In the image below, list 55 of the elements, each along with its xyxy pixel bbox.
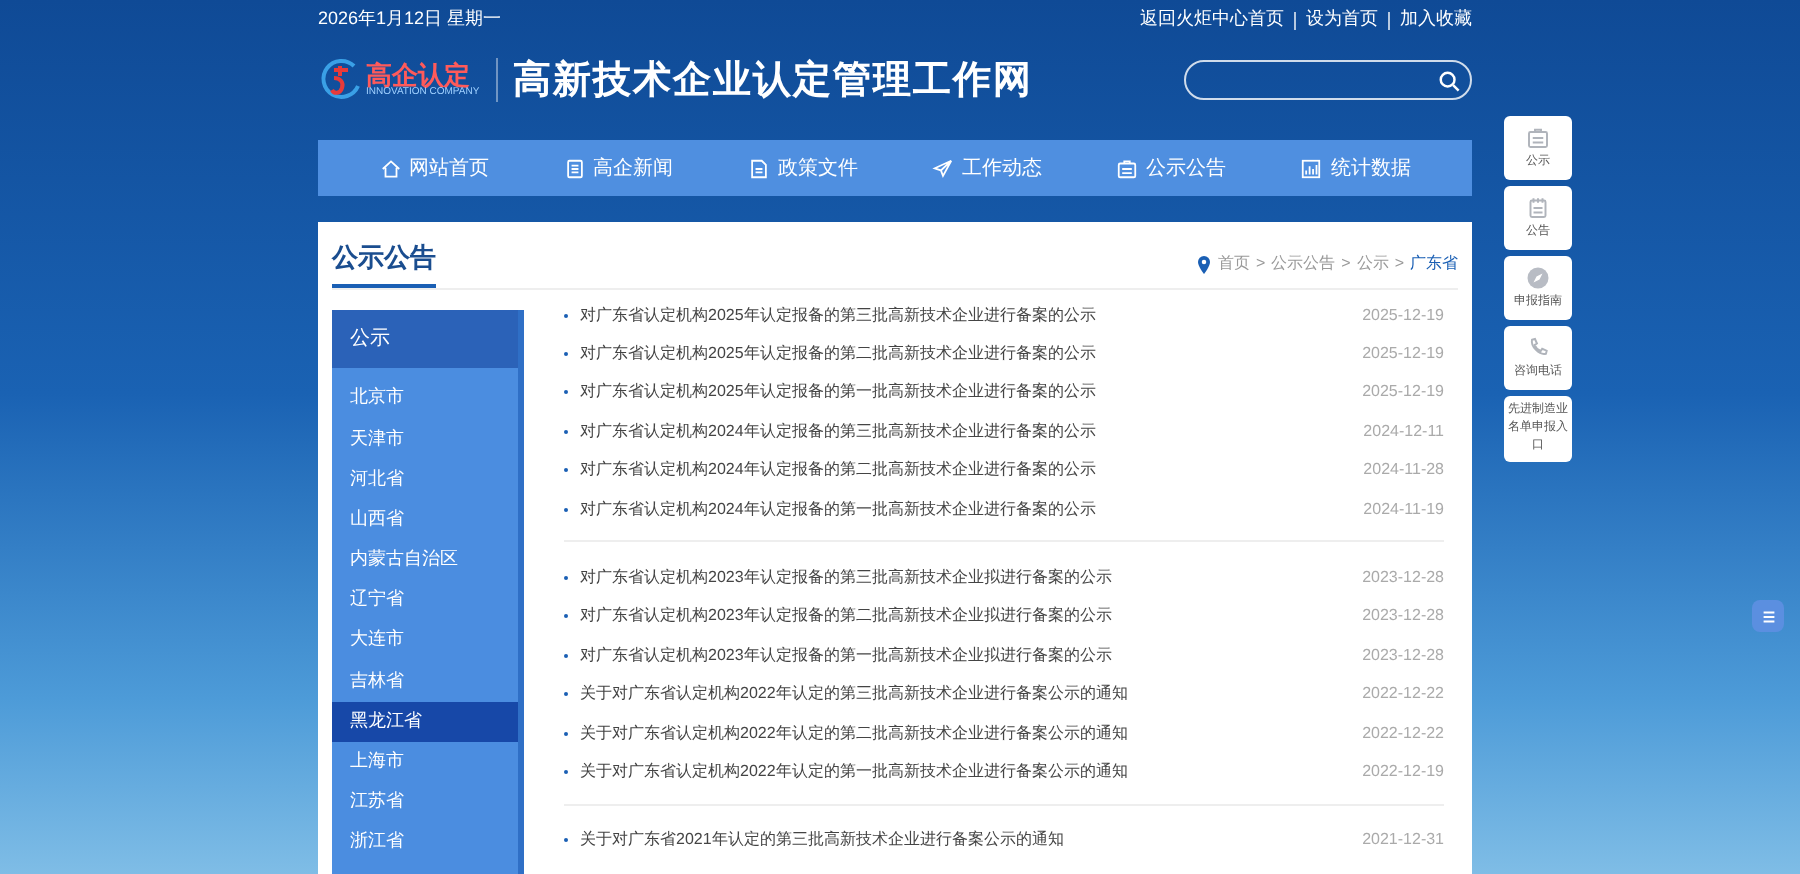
notice-date: 2021-12-31 (1362, 828, 1444, 853)
notice-link[interactable]: 对广东省认定机构2024年认定报备的第二批高新技术企业进行备案的公示 (580, 458, 1096, 483)
header-link[interactable]: 设为首页 (1306, 6, 1378, 34)
notice-date: 2023-12-28 (1362, 604, 1444, 629)
header-link[interactable]: 加入收藏 (1400, 6, 1472, 34)
phone-icon (1526, 335, 1550, 359)
notice-link[interactable]: 对广东省认定机构2024年认定报备的第三批高新技术企业进行备案的公示 (580, 419, 1096, 444)
notice-link[interactable]: 关于对广东省认定机构2022年认定的第一批高新技术企业进行备案公示的通知 (580, 759, 1128, 784)
header-link[interactable]: 返回火炬中心首页 (1140, 6, 1284, 34)
clipboard-icon (1526, 125, 1550, 149)
breadcrumb-separator: > (1394, 252, 1404, 276)
notice-date: 2022-12-22 (1362, 721, 1444, 746)
page-title: 公示公告 (332, 237, 436, 288)
notice-date: 2024-11-19 (1363, 497, 1444, 522)
notice-link[interactable]: 关于对广东省认定机构2022年认定的第二批高新技术企业进行备案公示的通知 (580, 721, 1128, 746)
paper-plane-icon (932, 157, 955, 179)
notice-date: 2025-12-19 (1362, 342, 1444, 367)
notice-link[interactable]: 对广东省认定机构2025年认定报备的第一批高新技术企业进行备案的公示 (580, 380, 1096, 405)
breadcrumb-link[interactable]: 广东省 (1410, 252, 1458, 276)
notice-date: 2022-12-19 (1362, 759, 1444, 784)
notice-date: 2023-12-28 (1362, 566, 1444, 591)
notice-link[interactable]: 关于对广东省2021年认定的第三批高新技术企业进行备案公示的通知 (580, 828, 1064, 853)
notice-link[interactable]: 对广东省认定机构2025年认定报备的第二批高新技术企业进行备案的公示 (580, 342, 1096, 367)
notice-date: 2025-12-19 (1362, 380, 1444, 405)
notice-date: 2025-12-19 (1362, 303, 1444, 328)
notice-link[interactable]: 对广东省认定机构2025年认定报备的第三批高新技术企业进行备案的公示 (580, 303, 1096, 328)
notice-link[interactable]: 对广东省认定机构2023年认定报备的第三批高新技术企业拟进行备案的公示 (580, 566, 1112, 591)
search-icon[interactable] (1438, 69, 1460, 91)
search-field[interactable] (1184, 60, 1472, 100)
sidebar-heading: 公示 (332, 310, 518, 368)
breadcrumb-separator: > (1341, 252, 1351, 276)
side-tab-button[interactable] (1752, 600, 1784, 632)
notice-date: 2024-12-11 (1363, 419, 1444, 444)
notice-date: 2022-12-22 (1362, 682, 1444, 707)
location-pin-icon (1195, 255, 1212, 273)
breadcrumb-separator: > (1255, 252, 1266, 276)
logo-text: 高企认定 (366, 62, 470, 88)
notice-link[interactable]: 对广东省认定机构2024年认定报备的第一批高新技术企业进行备案的公示 (580, 497, 1096, 522)
notice-date: 2024-11-28 (1363, 458, 1444, 483)
notice-link[interactable]: 关于对广东省认定机构2022年认定的第三批高新技术企业进行备案公示的通知 (580, 682, 1128, 707)
chart-icon (1300, 157, 1323, 179)
site-title: 高新技术企业认定管理工作网 (513, 55, 1034, 106)
notice-link[interactable]: 对广东省认定机构2023年认定报备的第一批高新技术企业拟进行备案的公示 (580, 643, 1112, 668)
logo-icon (318, 58, 362, 102)
file-icon (747, 157, 770, 179)
home-icon (379, 157, 402, 179)
document-icon (563, 157, 586, 179)
notice-link[interactable]: 对广东省认定机构2023年认定报备的第二批高新技术企业拟进行备案的公示 (580, 604, 1112, 629)
notepad-icon (1526, 195, 1550, 219)
compass-icon (1526, 265, 1550, 289)
list-icon (1759, 607, 1777, 625)
sidebar-item[interactable]: 黑龙江省 (332, 701, 518, 742)
clipboard-icon (1116, 157, 1139, 179)
date-text: 2026年1月12日 星期一 (318, 6, 502, 33)
notice-date: 2023-12-28 (1362, 643, 1444, 668)
